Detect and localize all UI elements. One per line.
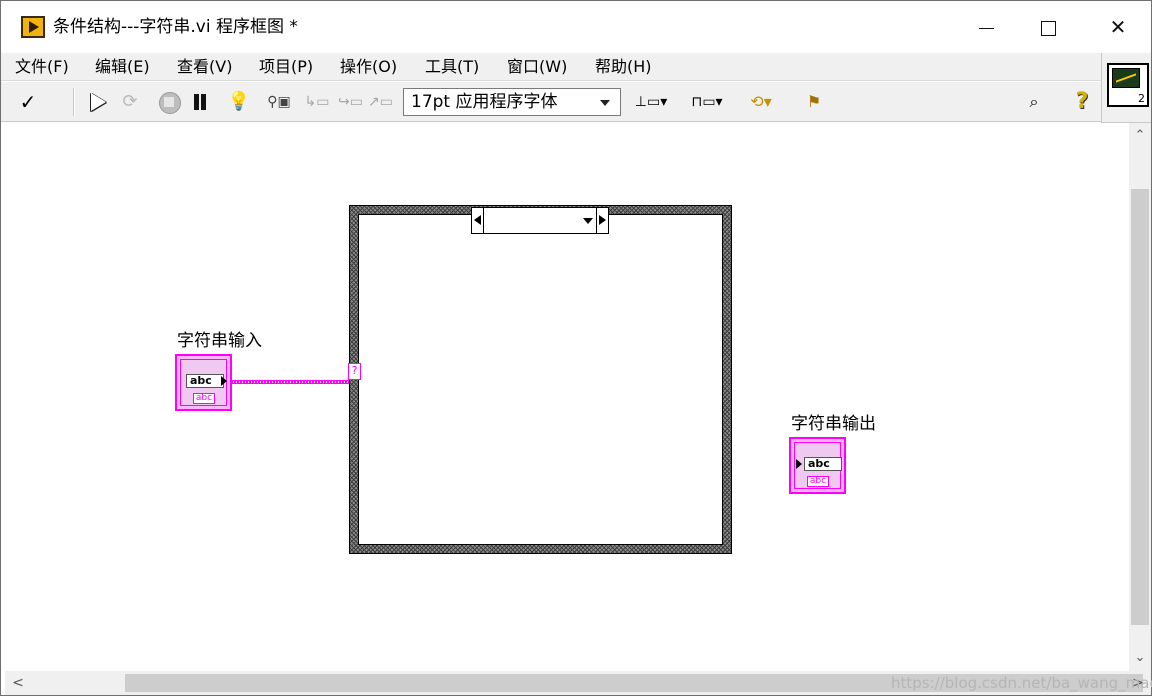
scroll-down-arrow-icon[interactable]: ⌄ [1129,647,1151,669]
terminal-inner: abc abc [794,442,842,489]
chevron-down-icon [600,100,610,106]
menu-operate[interactable]: 操作(O) [340,55,397,79]
string-input-label: 字符串输入 [177,331,262,351]
menu-view[interactable]: 查看(V) [177,55,232,79]
case-selector-label[interactable] [471,207,609,234]
font-select-value: 17pt 应用程序字体 [411,92,558,112]
broken-run-check-icon[interactable]: ✓ [15,90,41,114]
case-decrement-arrow-icon[interactable] [472,208,484,233]
labview-app-icon [21,16,45,38]
menu-project[interactable]: 项目(P) [259,55,313,79]
step-into-icon[interactable]: ↳▭ [304,90,330,114]
menu-tools[interactable]: 工具(T) [425,55,479,79]
maximize-button[interactable] [1013,1,1083,53]
vertical-scroll-thumb[interactable] [1131,189,1149,625]
title-bar: 条件结构---字符串.vi 程序框图 * ✕ [1,1,1151,53]
waveform-icon [1112,68,1140,88]
string-output-indicator-terminal[interactable]: abc abc [789,437,846,494]
string-output-label: 字符串输出 [791,414,876,434]
clean-up-diagram-icon[interactable]: ⚑ [797,90,831,114]
menu-edit[interactable]: 编辑(E) [95,55,150,79]
string-wire[interactable] [231,380,349,384]
close-button[interactable]: ✕ [1083,1,1152,53]
menu-bar: 文件(F) 编辑(E) 查看(V) 项目(P) 操作(O) 工具(T) 窗口(W… [1,53,1101,81]
output-arrow-icon [221,376,227,386]
pause-icon[interactable] [189,90,211,114]
terminal-type-label: abc [807,476,829,487]
terminal-type-label: abc [193,393,215,404]
menu-window[interactable]: 窗口(W) [507,55,567,79]
scroll-up-arrow-icon[interactable]: ⌃ [1129,125,1151,147]
font-select[interactable]: 17pt 应用程序字体 [403,88,621,116]
case-increment-arrow-icon[interactable] [596,208,608,233]
maximize-icon [1040,21,1056,36]
window-title: 条件结构---字符串.vi 程序框图 * [53,17,298,37]
vertical-scrollbar[interactable]: ⌃ ⌄ [1129,123,1151,671]
step-over-icon[interactable]: ↪▭ [338,90,363,114]
run-continuously-icon[interactable]: ⟳ [117,90,143,114]
context-help-icon[interactable]: ? [1071,90,1093,114]
watermark: https://blog.csdn.net/ba_wang_mao [891,674,1152,692]
search-icon[interactable]: ⌕ [1017,90,1051,114]
terminal-field: abc [186,374,224,388]
reorder-icon[interactable]: ⟲▾ [741,90,781,114]
menu-file[interactable]: 文件(F) [15,55,69,79]
horizontal-scrollbar[interactable]: < > https://blog.csdn.net/ba_wang_mao [5,671,1152,695]
toolbar-separator [73,88,75,116]
distribute-objects-icon[interactable]: ⊓▭▾ [687,90,727,114]
step-out-icon[interactable]: ↗▭ [368,90,393,114]
abort-execution-icon[interactable] [157,90,181,114]
align-objects-icon[interactable]: ⊥▭▾ [631,90,671,114]
minimize-button[interactable] [951,1,1021,53]
input-arrow-icon [796,459,802,469]
run-arrow-icon[interactable] [87,90,111,114]
vi-icon[interactable]: 2 [1107,63,1149,107]
case-dropdown-arrow-icon[interactable] [583,218,593,224]
close-icon: ✕ [1109,15,1127,39]
terminal-field: abc [804,457,842,471]
highlight-execution-icon[interactable]: 💡 [227,90,251,114]
scroll-left-arrow-icon[interactable]: < [7,671,29,695]
terminal-inner: abc abc [180,359,227,406]
string-input-control-terminal[interactable]: abc abc [175,354,232,411]
labview-window: 条件结构---字符串.vi 程序框图 * ✕ 文件(F) 编辑(E) 查看(V)… [0,0,1152,696]
menu-help[interactable]: 帮助(H) [595,55,652,79]
case-structure[interactable] [350,206,731,553]
case-selector-terminal[interactable]: ? [348,363,361,380]
retain-wire-values-icon[interactable]: ⚲▣ [265,90,293,114]
toolbar: ✓ ⟳ 💡 ⚲▣ ↳▭ ↪▭ ↗▭ 17pt 应用程序字体 ⊥▭▾ ⊓▭▾ ⟲▾… [1,82,1101,122]
vi-icon-panel: 2 [1101,53,1151,123]
minimize-icon [978,28,994,29]
vi-icon-number: 2 [1138,92,1145,105]
